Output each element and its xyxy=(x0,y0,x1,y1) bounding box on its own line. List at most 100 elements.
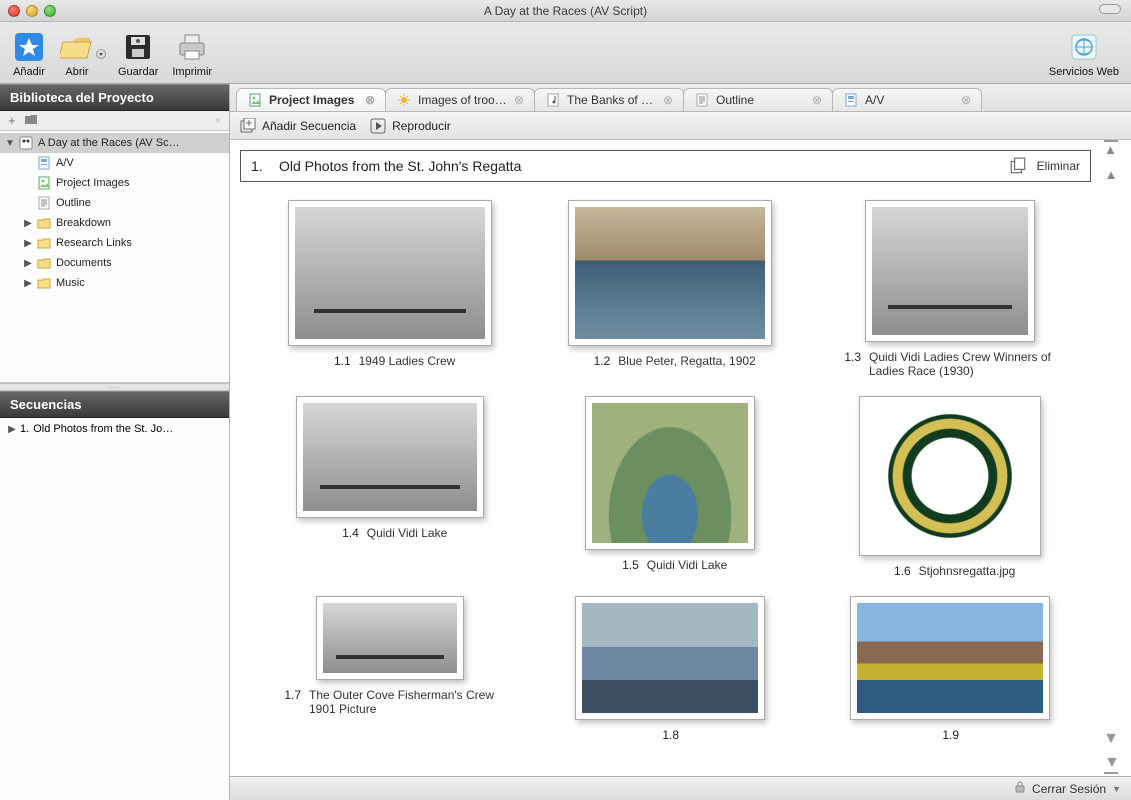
project-icon xyxy=(18,135,34,151)
nav-down-icon[interactable]: ▼ xyxy=(1103,730,1119,748)
tree-item-a-v[interactable]: A/V xyxy=(0,153,229,173)
delete-sequence-button[interactable]: Eliminar xyxy=(1037,159,1080,173)
print-button-label: Imprimir xyxy=(172,66,212,78)
open-button[interactable]: Abrir xyxy=(56,30,98,78)
tab-outline[interactable]: Outline ⊗ xyxy=(683,88,833,111)
sun-icon xyxy=(396,92,412,108)
tree-item-label: Research Links xyxy=(56,237,132,249)
project-root[interactable]: ▼ A Day at the Races (AV Sc… xyxy=(0,133,229,153)
tree-item-project-images[interactable]: Project Images xyxy=(0,173,229,193)
disclosure-triangle-icon[interactable]: ▶ xyxy=(6,424,18,435)
close-tab-icon[interactable]: ⊗ xyxy=(812,93,822,107)
thumbnail-image xyxy=(866,403,1034,549)
close-tab-icon[interactable]: ⊗ xyxy=(365,93,375,107)
thumbnail-image xyxy=(857,603,1043,713)
jump-bottom-icon[interactable]: ▼ xyxy=(1104,754,1118,774)
gallery-item[interactable]: 1.4Quidi Vidi Lake xyxy=(250,396,530,540)
thumbnail-caption: 1.5Quidi Vidi Lake xyxy=(613,558,728,572)
close-tab-icon[interactable]: ⊗ xyxy=(663,93,673,107)
tree-item-label: Breakdown xyxy=(56,217,111,229)
nav-up-icon[interactable]: ▲ xyxy=(1105,167,1118,182)
tree-item-music[interactable]: ▶ Music xyxy=(0,273,229,293)
tab-a-v[interactable]: A/V ⊗ xyxy=(832,88,982,111)
toolbar-toggle-pill[interactable] xyxy=(1099,4,1121,14)
thumbnail-caption-text: 1949 Ladies Crew xyxy=(359,354,456,368)
tab-label: A/V xyxy=(865,93,884,107)
add-button-label: Añadir xyxy=(13,66,45,78)
close-tab-icon[interactable]: ⊗ xyxy=(961,93,971,107)
save-disk-icon xyxy=(121,30,155,64)
thumbnail-index: 1.2 xyxy=(584,354,610,368)
thumbnail-image xyxy=(592,403,748,543)
sequence-item[interactable]: ▶ 1. Old Photos from the St. Jo… xyxy=(0,418,229,440)
thumbnail-index: 1.5 xyxy=(613,558,639,572)
thumbnail-frame xyxy=(316,596,464,680)
main-panel: Project Images⊗Images of troo…⊗The Banks… xyxy=(230,84,1131,800)
thumbnail-image xyxy=(575,207,765,339)
sequence-number: 1. xyxy=(251,158,269,174)
main-toolbar: Añadir Abrir Guardar Imprimir Servicios … xyxy=(0,22,1131,84)
gallery-item[interactable]: 1.6Stjohnsregatta.jpg xyxy=(810,396,1090,578)
thumbnail-frame xyxy=(859,396,1041,556)
av-doc-icon xyxy=(36,155,52,171)
disclosure-triangle-icon[interactable]: ▶ xyxy=(22,258,34,269)
tab-project-images[interactable]: Project Images ⊗ xyxy=(236,88,386,111)
duplicate-icon[interactable] xyxy=(1009,157,1027,175)
add-folder-icon[interactable] xyxy=(24,113,38,128)
folder-icon xyxy=(36,235,52,251)
tab-label: Project Images xyxy=(269,93,354,107)
status-bar: Cerrar Sesión ▼ xyxy=(230,776,1131,800)
splitter-grip[interactable]: ⋯ xyxy=(0,383,229,391)
folder-icon xyxy=(36,275,52,291)
add-button[interactable]: Añadir xyxy=(8,30,50,78)
sequences-section-header: Secuencias xyxy=(0,391,229,418)
panel-collapse-icon[interactable]: × xyxy=(215,115,221,127)
gallery-item[interactable]: 1.2Blue Peter, Regatta, 1902 xyxy=(530,200,810,368)
sequence-header[interactable]: 1. Old Photos from the St. John's Regatt… xyxy=(240,150,1091,182)
disclosure-triangle-icon[interactable]: ▼ xyxy=(4,138,16,149)
print-button[interactable]: Imprimir xyxy=(168,30,216,78)
add-sequence-button[interactable]: Añadir Secuencia xyxy=(240,118,356,134)
tree-item-breakdown[interactable]: ▶ Breakdown xyxy=(0,213,229,233)
library-panel-tools: + × xyxy=(0,111,229,131)
thumbnail-image xyxy=(872,207,1028,335)
disclosure-triangle-icon[interactable]: ▶ xyxy=(22,238,34,249)
disclosure-triangle-icon[interactable]: ▶ xyxy=(22,218,34,229)
thumbnail-index: 1.6 xyxy=(885,564,911,578)
web-services-button[interactable]: Servicios Web xyxy=(1045,30,1123,78)
thumbnail-caption-text: Quidi Vidi Ladies Crew Winners of Ladies… xyxy=(869,350,1065,378)
text-doc xyxy=(694,92,710,108)
logout-dropdown-icon[interactable]: ▼ xyxy=(1112,784,1121,794)
sequence-num: 1. xyxy=(20,423,29,435)
gallery-item[interactable]: 1.5Quidi Vidi Lake xyxy=(530,396,810,572)
jump-top-icon[interactable]: ▲ xyxy=(1104,140,1118,157)
tree-item-research-links[interactable]: ▶ Research Links xyxy=(0,233,229,253)
thumbnail-frame xyxy=(585,396,755,550)
tab-the-banks-of[interactable]: The Banks of …⊗ xyxy=(534,88,684,111)
sequence-title: Old Photos from the St. John's Regatta xyxy=(279,158,999,174)
tree-item-label: Music xyxy=(56,277,85,289)
tab-label: Outline xyxy=(716,93,754,107)
tree-item-outline[interactable]: Outline xyxy=(0,193,229,213)
sequence-toolbar: Añadir Secuencia Reproducir xyxy=(230,112,1131,140)
thumbnail-frame xyxy=(850,596,1050,720)
disclosure-triangle-icon[interactable]: ▶ xyxy=(22,278,34,289)
thumbnail-index: 1.4 xyxy=(333,526,359,540)
gallery-item[interactable]: 1.8 xyxy=(530,596,810,742)
tree-item-documents[interactable]: ▶Documents xyxy=(0,253,229,273)
gallery-item[interactable]: 1.9 xyxy=(810,596,1090,742)
window-titlebar: A Day at the Races (AV Script) xyxy=(0,0,1131,22)
thumbnail-index: 1.7 xyxy=(275,688,301,716)
play-button[interactable]: Reproducir xyxy=(370,118,451,134)
thumbnail-caption: 1.4Quidi Vidi Lake xyxy=(333,526,448,540)
open-dropdown-icon[interactable] xyxy=(94,47,108,61)
gallery-item[interactable]: 1.11949 Ladies Crew xyxy=(250,200,530,368)
add-item-icon[interactable]: + xyxy=(8,113,16,128)
thumbnail-frame xyxy=(296,396,484,518)
tab-images-of-troo[interactable]: Images of troo…⊗ xyxy=(385,88,535,111)
logout-button[interactable]: Cerrar Sesión xyxy=(1032,782,1106,796)
gallery-item[interactable]: 1.3Quidi Vidi Ladies Crew Winners of Lad… xyxy=(810,200,1090,378)
gallery-item[interactable]: 1.7The Outer Cove Fisherman's Crew 1901 … xyxy=(250,596,530,716)
save-button[interactable]: Guardar xyxy=(114,30,162,78)
close-tab-icon[interactable]: ⊗ xyxy=(514,93,524,107)
